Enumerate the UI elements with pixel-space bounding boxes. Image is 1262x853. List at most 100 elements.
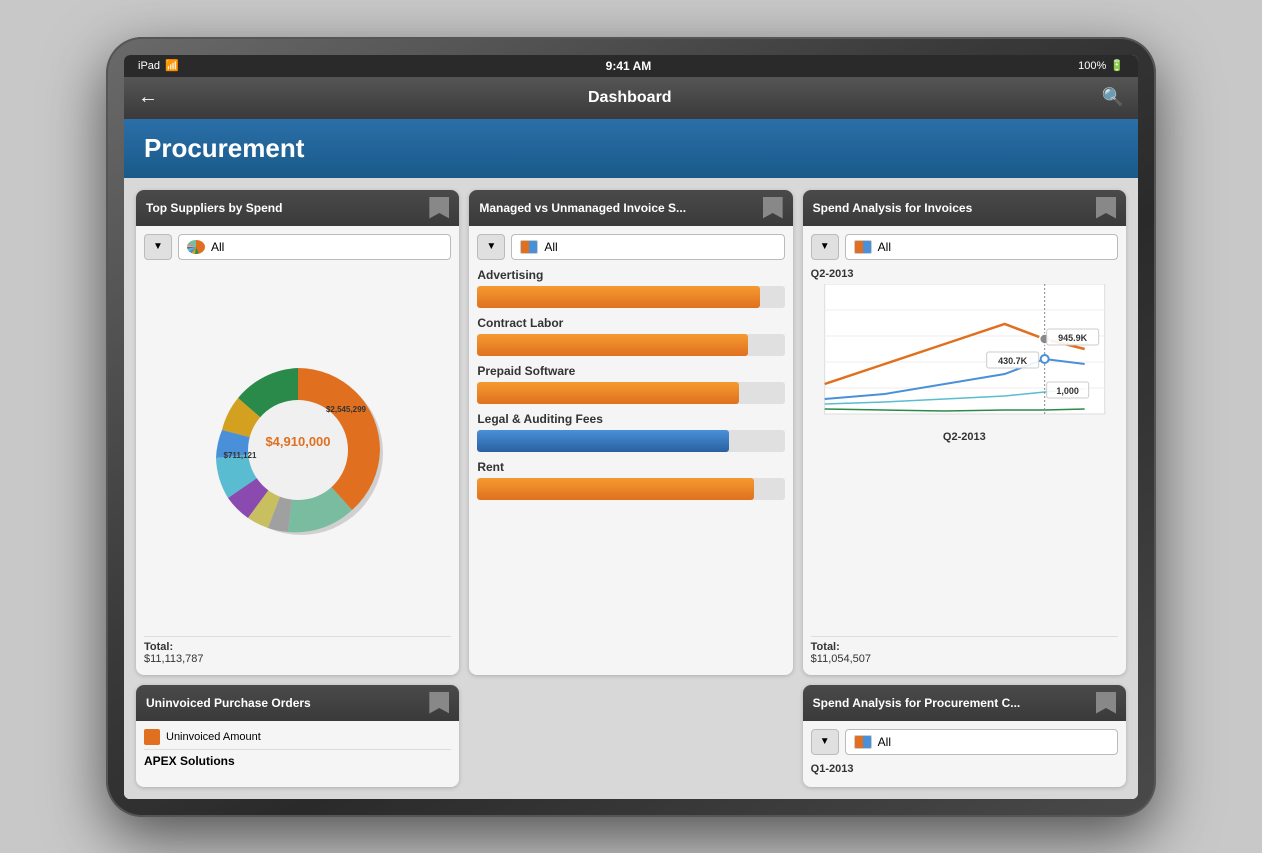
- widget-spend-analysis-body: ▼ All Q2-2013: [803, 226, 1126, 675]
- status-right: 100% 🔋: [1078, 59, 1124, 72]
- chart-x-label: Q2-2013: [811, 431, 1118, 443]
- managed-color-icon: [520, 240, 538, 254]
- supplier-name: APEX Solutions: [144, 754, 235, 768]
- widget-managed-body: ▼ All Advertising: [469, 226, 792, 675]
- bar-legal-fees-track: [477, 430, 784, 452]
- bar-rent-fill: [477, 478, 754, 500]
- ipad-device: iPad 📶 9:41 AM 100% 🔋 ← Dashboard 🔍 Proc…: [106, 37, 1156, 817]
- svg-text:$4,910,000: $4,910,000: [265, 434, 330, 449]
- pie-container: $4,910,000 $2,545,299 $711,121: [144, 268, 451, 632]
- bar-rent-track: [477, 478, 784, 500]
- spend-analysis-dropdown-arrow[interactable]: ▼: [811, 234, 839, 260]
- svg-text:430.7K: 430.7K: [998, 356, 1028, 366]
- bar-legal-fees: Legal & Auditing Fees: [477, 412, 784, 452]
- spend-analysis-dropdown[interactable]: All: [845, 234, 1118, 260]
- widget-managed-header: Managed vs Unmanaged Invoice S...: [469, 190, 792, 226]
- spend-analysis-total-label: Total:: [811, 641, 1118, 653]
- top-suppliers-dropdown-arrow[interactable]: ▼: [144, 234, 172, 260]
- top-suppliers-total-value: $11,113,787: [144, 653, 204, 665]
- widget-uninvoiced-header: Uninvoiced Purchase Orders: [136, 685, 459, 721]
- spend-analysis-dropdown-label: All: [878, 240, 891, 254]
- widget-spend-procurement-title: Spend Analysis for Procurement C...: [813, 696, 1021, 710]
- back-button[interactable]: ←: [138, 86, 158, 109]
- spend-analysis-color-icon: [854, 240, 872, 254]
- bar-contract-labor: Contract Labor: [477, 316, 784, 356]
- widget-top-suppliers-body: ▼ All: [136, 226, 459, 675]
- spend-procurement-dropdown[interactable]: All: [845, 729, 1118, 755]
- spend-procurement-dropdown-arrow[interactable]: ▼: [811, 729, 839, 755]
- widget-uninvoiced-po: Uninvoiced Purchase Orders Uninvoiced Am…: [136, 685, 459, 787]
- spend-procurement-dropdown-label: All: [878, 735, 891, 749]
- managed-dropdown-label: All: [544, 240, 557, 254]
- spend-analysis-total: Total: $11,054,507: [811, 636, 1118, 667]
- bar-advertising-track: [477, 286, 784, 308]
- widget-uninvoiced-body: Uninvoiced Amount APEX Solutions: [136, 721, 459, 787]
- managed-dropdown[interactable]: All: [511, 234, 784, 260]
- widget-spend-procurement: Spend Analysis for Procurement C... ▼ Al…: [803, 685, 1126, 787]
- widget-uninvoiced-title: Uninvoiced Purchase Orders: [146, 696, 311, 710]
- bar-contract-labor-fill: [477, 334, 747, 356]
- bar-rent-label: Rent: [477, 460, 784, 474]
- bar-legal-fees-label: Legal & Auditing Fees: [477, 412, 784, 426]
- page-header: Procurement: [124, 119, 1138, 178]
- bookmark-icon-5[interactable]: [1096, 692, 1116, 714]
- page-title: Procurement: [144, 133, 1118, 164]
- bar-prepaid-software: Prepaid Software: [477, 364, 784, 404]
- ipad-screen: iPad 📶 9:41 AM 100% 🔋 ← Dashboard 🔍 Proc…: [124, 55, 1138, 799]
- bookmark-icon-3[interactable]: [1096, 197, 1116, 219]
- spend-analysis-dropdown-row: ▼ All: [811, 234, 1118, 260]
- bookmark-icon-2[interactable]: [763, 197, 783, 219]
- bar-contract-labor-label: Contract Labor: [477, 316, 784, 330]
- top-suppliers-total-label: Total:: [144, 641, 451, 653]
- widget-spend-analysis-title: Spend Analysis for Invoices: [813, 201, 973, 215]
- widget-spend-procurement-body: ▼ All Q1-2013: [803, 721, 1126, 787]
- bar-advertising: Advertising: [477, 268, 784, 308]
- content-area: Top Suppliers by Spend ▼ All: [124, 178, 1138, 799]
- bar-advertising-fill: [477, 286, 760, 308]
- widget-spend-analysis: Spend Analysis for Invoices ▼ All Q2-201…: [803, 190, 1126, 675]
- status-bar: iPad 📶 9:41 AM 100% 🔋: [124, 55, 1138, 77]
- status-time: 9:41 AM: [606, 59, 652, 73]
- widget-spend-procurement-header: Spend Analysis for Procurement C...: [803, 685, 1126, 721]
- pie-chart: $4,910,000 $2,545,299 $711,121: [198, 350, 398, 550]
- bar-prepaid-software-track: [477, 382, 784, 404]
- bar-rent: Rent: [477, 460, 784, 500]
- bar-advertising-label: Advertising: [477, 268, 784, 282]
- nav-bar: ← Dashboard 🔍: [124, 77, 1138, 119]
- widget-spend-analysis-header: Spend Analysis for Invoices: [803, 190, 1126, 226]
- wifi-icon: 📶: [165, 59, 179, 72]
- line-chart-svg: 945.9K 430.7K 1,000: [811, 284, 1118, 424]
- top-suppliers-dropdown-label: All: [211, 240, 224, 254]
- managed-dropdown-row: ▼ All: [477, 234, 784, 260]
- search-button[interactable]: 🔍: [1102, 87, 1124, 108]
- spend-analysis-period: Q2-2013: [811, 268, 1118, 280]
- svg-text:$711,121: $711,121: [223, 451, 256, 460]
- battery-label: 100%: [1078, 60, 1106, 72]
- uninvoiced-legend-row: Uninvoiced Amount: [144, 729, 451, 745]
- battery-icon: 🔋: [1110, 59, 1124, 72]
- bar-prepaid-software-fill: [477, 382, 738, 404]
- svg-text:945.9K: 945.9K: [1058, 333, 1088, 343]
- widget-top-suppliers: Top Suppliers by Spend ▼ All: [136, 190, 459, 675]
- status-left: iPad 📶: [138, 59, 179, 72]
- nav-title: Dashboard: [158, 89, 1102, 107]
- spend-procurement-dropdown-row: ▼ All: [811, 729, 1118, 755]
- bookmark-icon[interactable]: [429, 197, 449, 219]
- supplier-row-apex[interactable]: APEX Solutions: [144, 749, 451, 772]
- device-label: iPad: [138, 60, 160, 72]
- svg-text:$2,545,299: $2,545,299: [326, 405, 367, 414]
- top-suppliers-dropdown-row: ▼ All: [144, 234, 451, 260]
- top-suppliers-color-icon: [187, 240, 205, 254]
- uninvoiced-legend-label: Uninvoiced Amount: [166, 731, 261, 743]
- widget-top-suppliers-header: Top Suppliers by Spend: [136, 190, 459, 226]
- line-chart-container: 945.9K 430.7K 1,000 Q2-2013: [811, 284, 1118, 632]
- bookmark-icon-4[interactable]: [429, 692, 449, 714]
- svg-text:1,000: 1,000: [1056, 386, 1079, 396]
- uninvoiced-color-swatch: [144, 729, 160, 745]
- widget-top-suppliers-title: Top Suppliers by Spend: [146, 201, 282, 215]
- managed-dropdown-arrow[interactable]: ▼: [477, 234, 505, 260]
- spend-analysis-total-value: $11,054,507: [811, 653, 871, 665]
- top-suppliers-total: Total: $11,113,787: [144, 636, 451, 667]
- spend-procurement-period: Q1-2013: [811, 763, 1118, 775]
- top-suppliers-dropdown[interactable]: All: [178, 234, 451, 260]
